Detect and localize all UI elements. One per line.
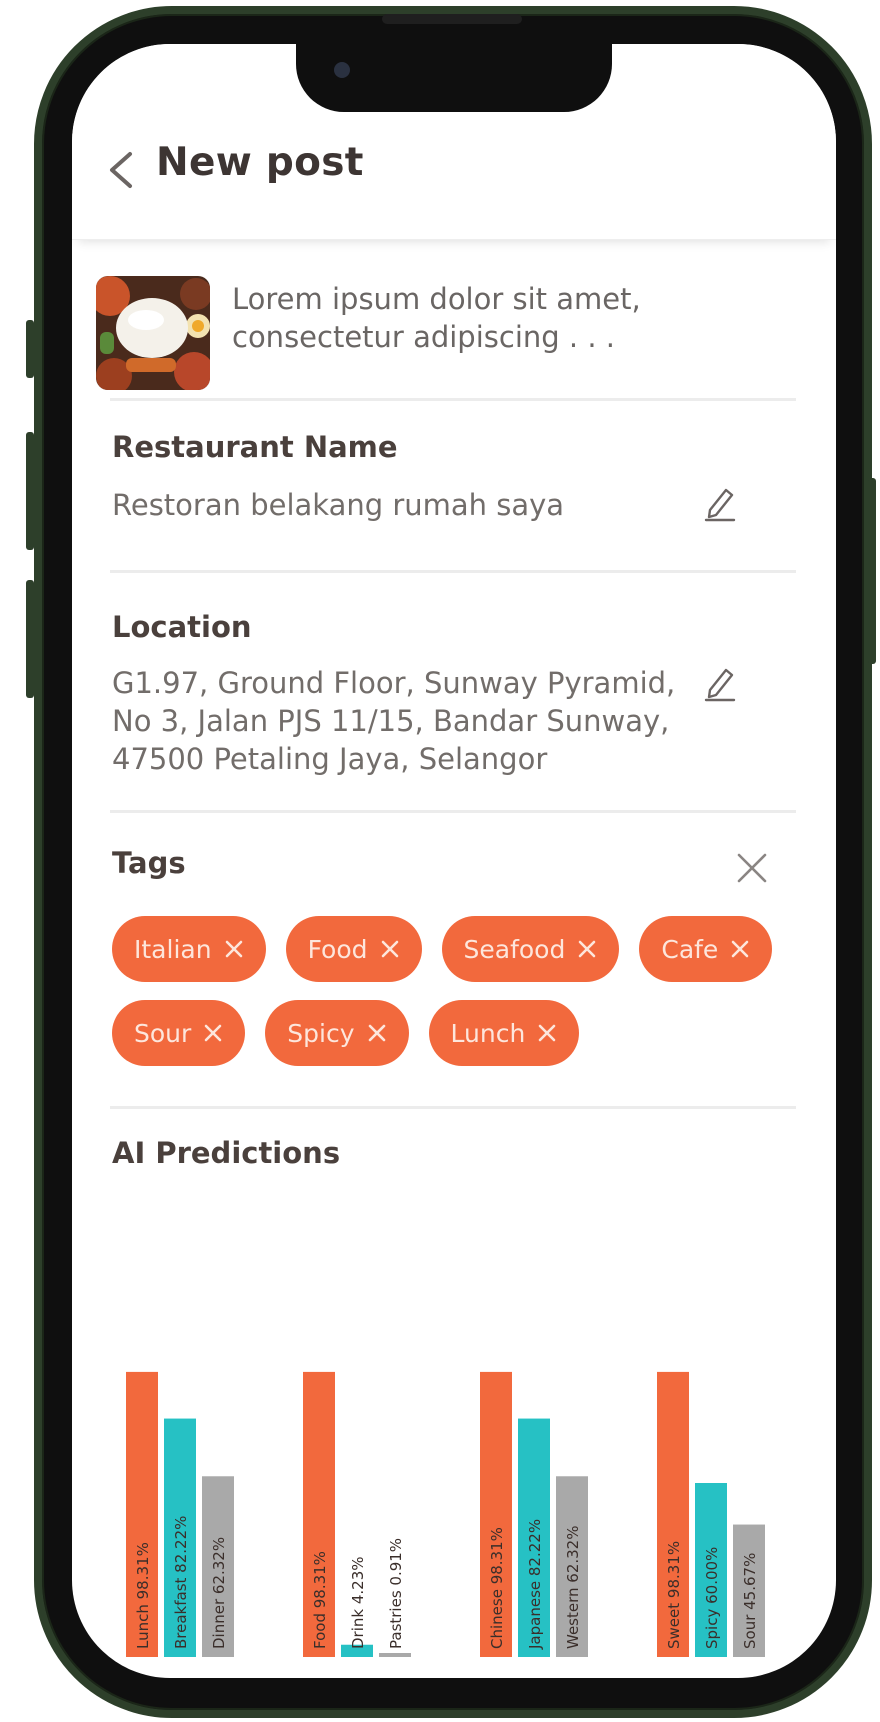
power-button [868, 478, 876, 664]
ai-predictions-chart: Lunch 98.31% Breakfast 82.22% Dinner 62.32… [126, 1371, 765, 1657]
post-caption[interactable]: Lorem ipsum dolor sit amet, consectetur … [232, 280, 792, 356]
location-label: Location [112, 610, 252, 644]
tag-label: Food [307, 934, 368, 964]
remove-tag-icon[interactable] [577, 939, 597, 959]
page-title: New post [156, 140, 364, 185]
mute-switch [26, 320, 34, 378]
remove-tag-icon[interactable] [367, 1023, 387, 1043]
tag-label: Sour [134, 1018, 192, 1048]
prediction-bar-label: Lunch 98.31% [134, 1542, 152, 1649]
prediction-bar-label: Japanese 82.22% [526, 1519, 544, 1650]
prediction-bar-label: Dinner 62.32% [210, 1537, 228, 1649]
edit-location-pencil-icon[interactable] [702, 664, 736, 702]
volume-up-button [26, 432, 34, 550]
prediction-bar-label: Drink 4.23% [349, 1557, 367, 1650]
tag-label: Spicy [287, 1018, 355, 1048]
tag-chip[interactable]: Spicy [265, 1000, 409, 1066]
divider [110, 570, 796, 573]
restaurant-name-value[interactable]: Restoran belakang rumah saya [112, 486, 564, 524]
remove-tag-icon[interactable] [730, 939, 750, 959]
food-photo-icon [96, 276, 210, 390]
prediction-bar-label: Sour 45.67% [741, 1553, 759, 1649]
edit-restaurant-pencil-icon[interactable] [702, 484, 736, 522]
prediction-bar-label: Spicy 60.00% [703, 1547, 721, 1649]
location-line: G1.97, Ground Floor, Sunway Pyramid, [112, 666, 676, 700]
tag-chip[interactable]: Sour [112, 1000, 246, 1066]
divider [110, 398, 796, 401]
location-value[interactable]: G1.97, Ground Floor, Sunway Pyramid, No … [112, 664, 692, 778]
tag-label: Cafe [661, 934, 719, 964]
prediction-bar [379, 1653, 411, 1657]
notch [296, 44, 612, 112]
prediction-bar-label: Chinese 98.31% [488, 1527, 506, 1649]
divider [110, 810, 796, 813]
tag-list: Italian Food Seafood Cafe Sour Spicy Lun… [112, 916, 792, 1066]
restaurant-name-label: Restaurant Name [112, 430, 398, 464]
tag-chip[interactable]: Italian [112, 916, 266, 982]
close-icon[interactable] [736, 852, 768, 884]
prediction-bar-label: Food 98.31% [311, 1551, 329, 1649]
remove-tag-icon[interactable] [537, 1023, 557, 1043]
remove-tag-icon[interactable] [380, 939, 400, 959]
tag-label: Seafood [463, 934, 566, 964]
prediction-bar-label: Pastries 0.91% [387, 1538, 405, 1649]
front-camera [334, 62, 350, 78]
volume-down-button [26, 580, 34, 698]
divider [110, 1106, 796, 1109]
ai-predictions-label: AI Predictions [112, 1136, 341, 1170]
location-line: No 3, Jalan PJS 11/15, Bandar Sunway, [112, 704, 670, 738]
location-line: 47500 Petaling Jaya, Selangor [112, 742, 548, 776]
tag-label: Italian [134, 934, 212, 964]
post-photo[interactable] [96, 276, 210, 390]
remove-tag-icon[interactable] [203, 1023, 223, 1043]
chevron-left-icon[interactable] [106, 150, 136, 190]
screen: New post Lorem ipsum dolor sit amet, con… [72, 44, 836, 1678]
tag-chip[interactable]: Cafe [639, 916, 773, 982]
tag-chip[interactable]: Seafood [441, 916, 620, 982]
prediction-bar-label: Western 62.32% [564, 1526, 582, 1649]
prediction-bar-label: Breakfast 82.22% [172, 1516, 190, 1649]
remove-tag-icon[interactable] [224, 939, 244, 959]
tag-chip[interactable]: Lunch [428, 1000, 580, 1066]
prediction-bar-label: Sweet 98.31% [665, 1541, 683, 1649]
tags-label: Tags [112, 846, 186, 880]
speaker-grille [382, 14, 522, 24]
tag-label: Lunch [450, 1018, 526, 1048]
tag-chip[interactable]: Food [285, 916, 422, 982]
